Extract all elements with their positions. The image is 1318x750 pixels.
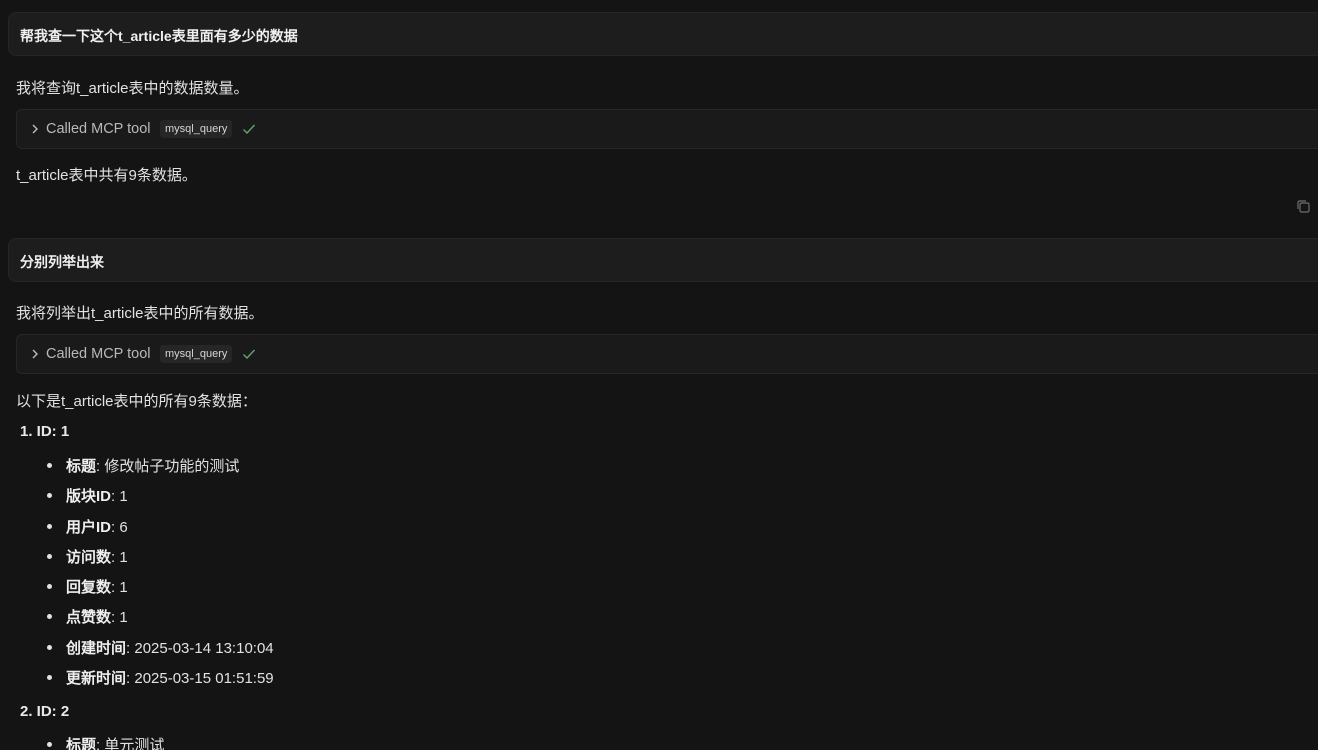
field-value: : 单元测试 — [96, 737, 165, 750]
chevron-right-icon — [32, 349, 38, 359]
field-key: 访问数 — [66, 549, 112, 566]
field-value: : 6 — [111, 519, 128, 536]
tool-call-label: Called MCP tool — [46, 346, 151, 362]
tool-call-collapsible[interactable]: Called MCP tool mysql_query — [16, 109, 1318, 149]
chat-panel: 帮我查一下这个t_article表里面有多少的数据 我将查询t_article表… — [0, 0, 1318, 750]
check-icon — [243, 124, 256, 135]
list-item: 点赞数: 1 — [47, 606, 128, 627]
tool-call-collapsible[interactable]: Called MCP tool mysql_query — [16, 334, 1318, 374]
field-key: 点赞数 — [66, 609, 112, 626]
field-value: : 2025-03-14 13:10:04 — [126, 640, 274, 657]
tool-call-label: Called MCP tool — [46, 121, 151, 137]
field-key: 用户ID — [66, 519, 112, 536]
field-key: 创建时间 — [66, 640, 127, 657]
tool-name-tag: mysql_query — [160, 120, 233, 138]
list-item: 创建时间: 2025-03-14 13:10:04 — [47, 637, 274, 658]
user-message-text: 分别列举出来 — [20, 254, 104, 270]
list-item: 用户ID: 6 — [47, 516, 128, 537]
record-heading: 2. ID: 2 — [20, 703, 70, 720]
field-value: : 修改帖子功能的测试 — [96, 458, 240, 475]
record-heading: 1. ID: 1 — [20, 423, 70, 440]
user-message: 帮我查一下这个t_article表里面有多少的数据 — [8, 12, 1318, 56]
list-item: 标题: 单元测试 — [47, 734, 164, 750]
field-key: 更新时间 — [66, 670, 127, 687]
list-item: 标题: 修改帖子功能的测试 — [47, 455, 239, 476]
field-key: 版块ID — [66, 488, 112, 505]
copy-icon[interactable] — [1296, 199, 1311, 214]
field-key: 标题 — [66, 458, 97, 475]
list-item: 更新时间: 2025-03-15 01:51:59 — [47, 667, 274, 688]
field-value: : 2025-03-15 01:51:59 — [126, 670, 274, 687]
assistant-text: t_article表中共有9条数据。 — [16, 167, 197, 184]
field-value: : 1 — [111, 579, 128, 596]
field-value: : 1 — [111, 549, 128, 566]
list-item: 回复数: 1 — [47, 576, 128, 597]
assistant-text: 我将列举出t_article表中的所有数据。 — [16, 305, 264, 322]
field-value: : 1 — [111, 488, 128, 505]
user-message: 分别列举出来 — [8, 238, 1318, 282]
field-value: : 1 — [111, 609, 128, 626]
field-key: 回复数 — [66, 579, 112, 596]
check-icon — [243, 349, 256, 360]
chevron-right-icon — [32, 124, 38, 134]
tool-name-tag: mysql_query — [160, 345, 233, 363]
assistant-text: 以下是t_article表中的所有9条数据： — [16, 393, 257, 410]
list-item: 版块ID: 1 — [47, 485, 128, 506]
list-item: 访问数: 1 — [47, 546, 128, 567]
user-message-text: 帮我查一下这个t_article表里面有多少的数据 — [20, 28, 298, 44]
field-key: 标题 — [66, 737, 97, 750]
assistant-text: 我将查询t_article表中的数据数量。 — [16, 80, 249, 97]
